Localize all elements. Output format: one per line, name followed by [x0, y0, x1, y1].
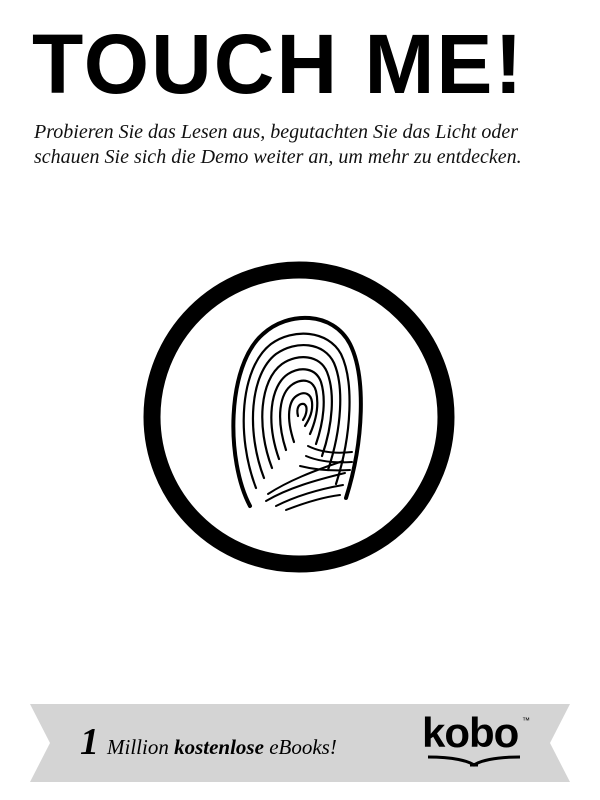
promo-text-bold: kostenlose: [174, 735, 264, 759]
promo-banner: 1 Million kostenlose eBooks! kobo ™: [30, 700, 570, 786]
promo-text: 1 Million kostenlose eBooks!: [80, 720, 337, 766]
kobo-logo-text: kobo: [422, 709, 519, 756]
kobo-logo: kobo ™: [422, 712, 532, 772]
fingerprint-icon: [143, 261, 455, 573]
fingerprint-touch-button[interactable]: [138, 256, 460, 578]
trademark-symbol: ™: [522, 716, 530, 725]
open-book-icon: [427, 755, 521, 767]
page-title: TOUCH ME!: [32, 17, 525, 111]
promo-text-pre: Million: [107, 735, 169, 759]
promo-text-post: eBooks!: [269, 735, 337, 759]
instruction-text: Probieren Sie das Lesen aus, begutachten…: [34, 121, 522, 168]
promo-number: 1: [80, 721, 99, 763]
